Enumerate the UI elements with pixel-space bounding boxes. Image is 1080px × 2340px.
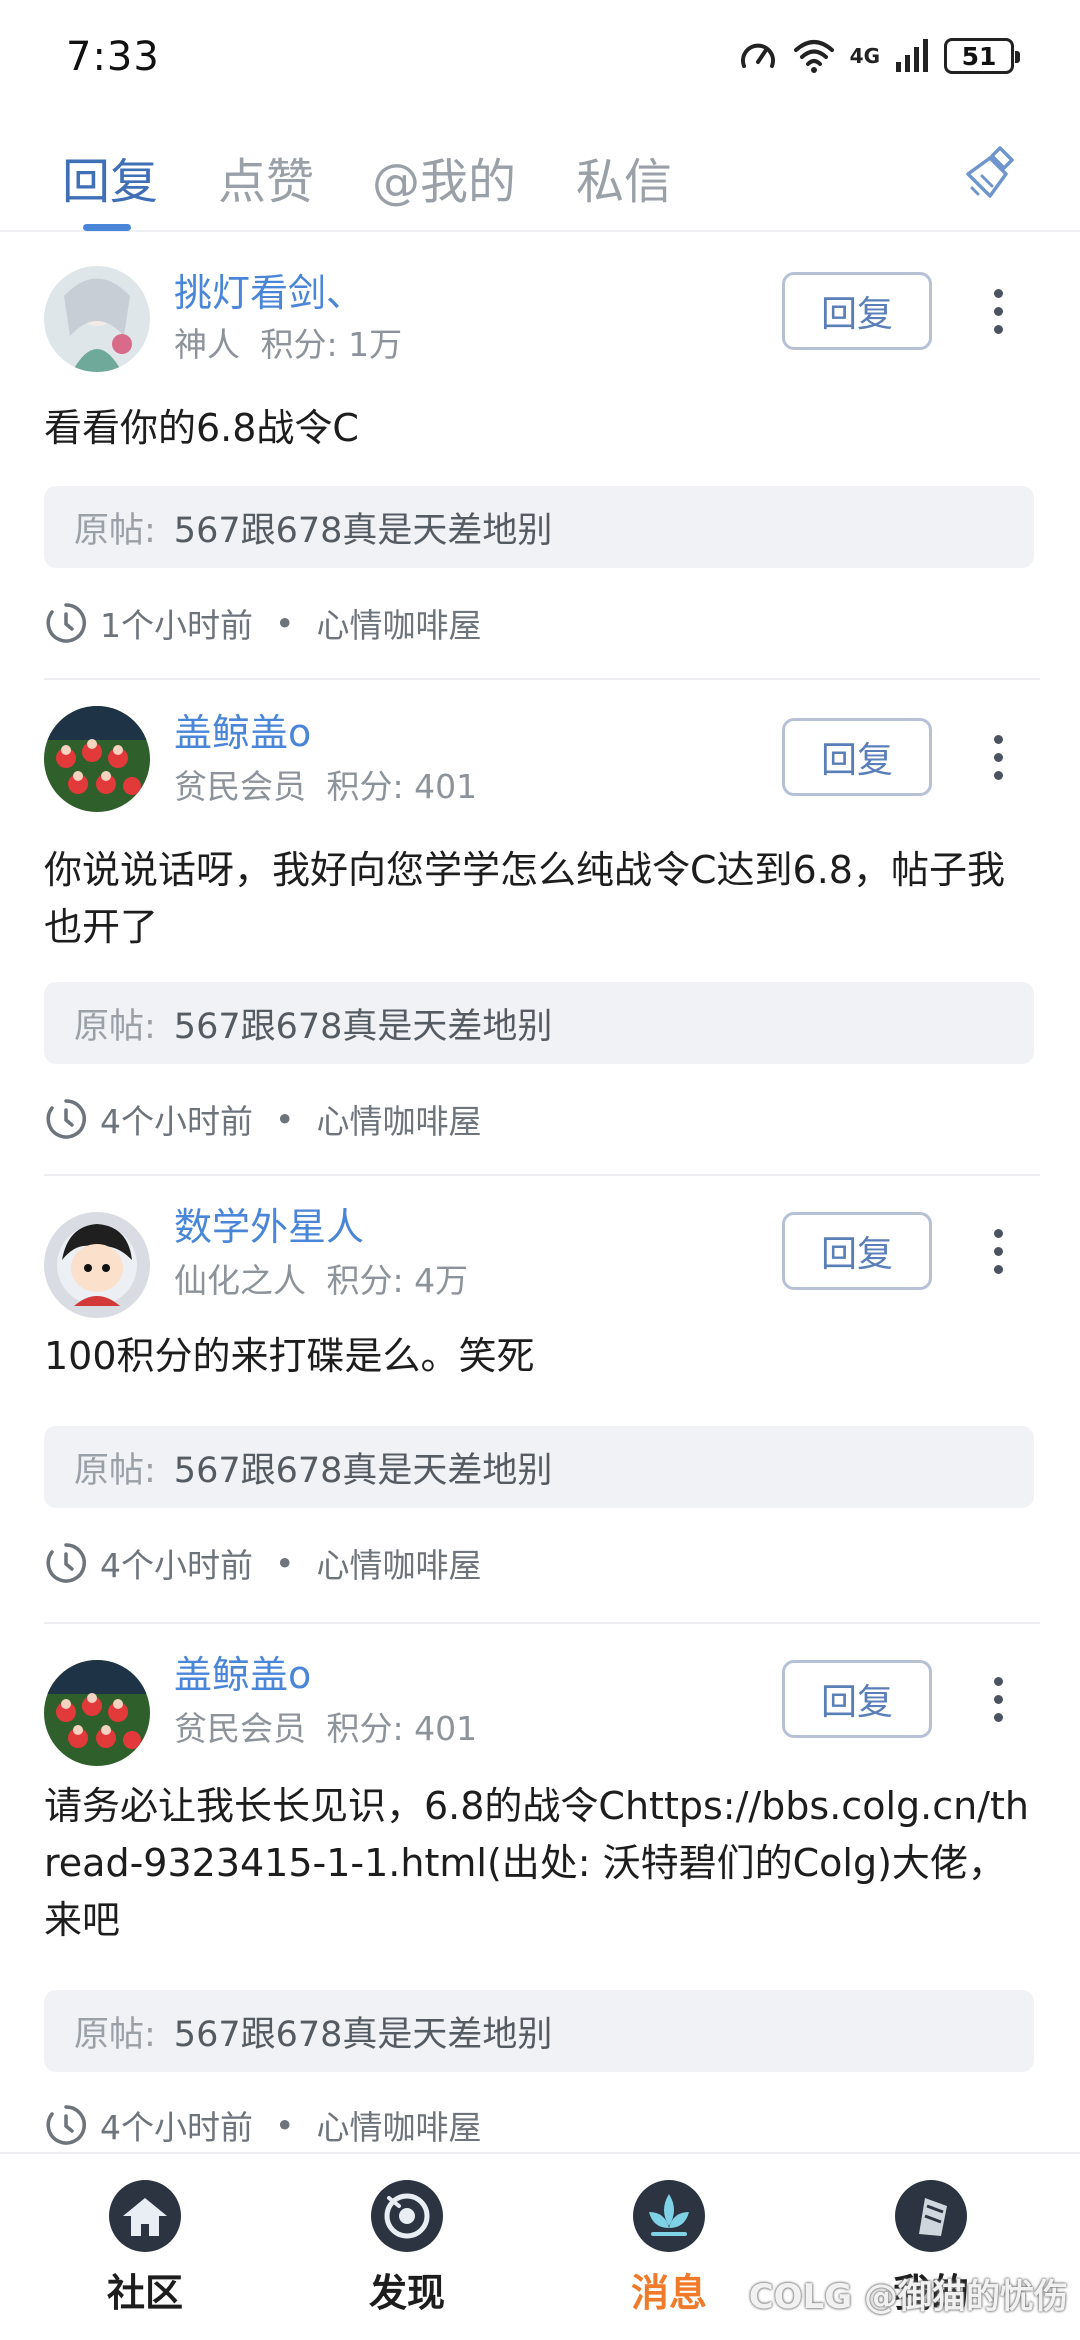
avatar[interactable] xyxy=(44,1660,150,1766)
reply-meta: 1个小时前 • 心情咖啡屋 xyxy=(44,598,481,648)
user-points: 积分: 401 xyxy=(326,767,478,806)
reply-content[interactable]: 看看你的6.8战令C xyxy=(44,400,1040,457)
discover-icon xyxy=(371,2180,443,2252)
reply-content[interactable]: 你说说话呀，我好向您学学怎么纯战令C达到6.8，帖子我也开了 xyxy=(44,842,1040,956)
avatar[interactable] xyxy=(44,1212,150,1318)
original-post-link[interactable]: 原帖: 567跟678真是天差地别 xyxy=(44,1990,1034,2072)
wifi-icon xyxy=(793,40,834,73)
original-post-label: 原帖: xyxy=(74,1450,156,1491)
forum-name[interactable]: 心情咖啡屋 xyxy=(316,1095,481,1143)
clock-icon xyxy=(46,1099,86,1139)
user-meta: 仙化之人 积分: 4万 xyxy=(174,1254,468,1302)
reply-button[interactable]: 回复 xyxy=(782,718,932,796)
more-options-icon[interactable] xyxy=(980,272,1016,350)
original-post-title: 567跟678真是天差地别 xyxy=(173,1450,553,1491)
nav-community[interactable]: 社区 xyxy=(70,2176,220,2317)
user-points: 积分: 4万 xyxy=(326,1261,469,1300)
broom-icon[interactable] xyxy=(960,142,1024,206)
forum-name[interactable]: 心情咖啡屋 xyxy=(316,599,481,647)
more-options-icon[interactable] xyxy=(980,1212,1016,1290)
nav-discover[interactable]: 发现 xyxy=(332,2176,482,2317)
original-post-label: 原帖: xyxy=(74,510,156,551)
original-post-link[interactable]: 原帖: 567跟678真是天差地别 xyxy=(44,982,1034,1064)
divider xyxy=(44,1174,1040,1176)
tab-active-indicator xyxy=(83,224,131,231)
reply-meta: 4个小时前 • 心情咖啡屋 xyxy=(44,2100,481,2150)
separator-dot: • xyxy=(275,2105,295,2145)
tab-mentions[interactable]: @我的 xyxy=(372,142,516,212)
tab-likes[interactable]: 点赞 xyxy=(218,142,314,212)
bottom-navigation: 社区 发现 消息 我的 COLG @御猫的忧伤 xyxy=(0,2152,1080,2340)
reply-button[interactable]: 回复 xyxy=(782,1660,932,1738)
nav-messages[interactable]: 消息 xyxy=(594,2176,744,2317)
forum-name[interactable]: 心情咖啡屋 xyxy=(316,2101,481,2149)
nav-label: 社区 xyxy=(106,2271,183,2315)
signal-icon xyxy=(896,39,928,72)
divider xyxy=(44,678,1040,680)
user-rank: 贫民会员 xyxy=(174,767,306,806)
tab-private-messages[interactable]: 私信 xyxy=(576,142,672,212)
original-post-link[interactable]: 原帖: 567跟678真是天差地别 xyxy=(44,486,1034,568)
profile-icon xyxy=(895,2180,967,2252)
clock-icon xyxy=(46,2105,86,2145)
clock-icon xyxy=(46,603,86,643)
nav-label: 发现 xyxy=(368,2271,445,2315)
user-rank: 仙化之人 xyxy=(174,1261,306,1300)
more-options-icon[interactable] xyxy=(980,718,1016,796)
separator-dot: • xyxy=(275,1543,295,1583)
reply-button[interactable]: 回复 xyxy=(782,1212,932,1290)
message-tabs: 回复 点赞 @我的 私信 xyxy=(0,120,1080,232)
reply-content[interactable]: 100积分的来打碟是么。笑死 xyxy=(44,1328,1040,1385)
user-points: 积分: 401 xyxy=(326,1709,478,1748)
avatar[interactable] xyxy=(44,266,150,372)
reply-time: 4个小时前 xyxy=(100,1102,253,1141)
reply-time: 4个小时前 xyxy=(100,1546,253,1585)
watermark-text: COLG @御猫的忧伤 xyxy=(748,2277,1068,2317)
username[interactable]: 数学外星人 xyxy=(174,1196,364,1251)
user-rank: 贫民会员 xyxy=(174,1709,306,1748)
status-time: 7:33 xyxy=(66,34,160,80)
forum-name[interactable]: 心情咖啡屋 xyxy=(316,1539,481,1587)
divider xyxy=(44,1622,1040,1624)
username[interactable]: 挑灯看剑、 xyxy=(174,262,364,317)
user-rank: 神人 xyxy=(174,325,240,364)
reply-meta: 4个小时前 • 心情咖啡屋 xyxy=(44,1094,481,1144)
original-post-link[interactable]: 原帖: 567跟678真是天差地别 xyxy=(44,1426,1034,1508)
message-icon xyxy=(633,2180,705,2252)
username[interactable]: 盖鲸盖o xyxy=(174,1644,311,1699)
reply-time: 1个小时前 xyxy=(100,606,253,645)
reply-meta: 4个小时前 • 心情咖啡屋 xyxy=(44,1538,481,1588)
separator-dot: • xyxy=(275,1099,295,1139)
status-icons: 4G 51 xyxy=(738,34,1020,78)
original-post-title: 567跟678真是天差地别 xyxy=(173,510,553,551)
tab-reply[interactable]: 回复 xyxy=(62,142,158,212)
speed-icon xyxy=(740,43,775,68)
nav-label: 消息 xyxy=(630,2271,707,2315)
reply-button[interactable]: 回复 xyxy=(782,272,932,350)
separator-dot: • xyxy=(275,603,295,643)
original-post-title: 567跟678真是天差地别 xyxy=(173,1006,553,1047)
original-post-label: 原帖: xyxy=(74,2014,156,2055)
reply-content[interactable]: 请务必让我长长见识，6.8的战令Chttps://bbs.colg.cn/thr… xyxy=(44,1778,1040,1949)
community-icon xyxy=(109,2180,181,2252)
original-post-label: 原帖: xyxy=(74,1006,156,1047)
more-options-icon[interactable] xyxy=(980,1660,1016,1738)
original-post-title: 567跟678真是天差地别 xyxy=(173,2014,553,2055)
username[interactable]: 盖鲸盖o xyxy=(174,702,311,757)
battery-icon: 51 xyxy=(944,38,1020,74)
user-meta: 贫民会员 积分: 401 xyxy=(174,760,477,808)
avatar[interactable] xyxy=(44,706,150,812)
user-meta: 贫民会员 积分: 401 xyxy=(174,1702,477,1750)
battery-level: 51 xyxy=(961,41,997,71)
user-meta: 神人 积分: 1万 xyxy=(174,318,402,366)
reply-time: 4个小时前 xyxy=(100,2108,253,2147)
network-label: 4G xyxy=(849,44,880,68)
user-points: 积分: 1万 xyxy=(260,325,403,364)
clock-icon xyxy=(46,1543,86,1583)
status-bar: 7:33 4G 51 xyxy=(0,0,1080,120)
